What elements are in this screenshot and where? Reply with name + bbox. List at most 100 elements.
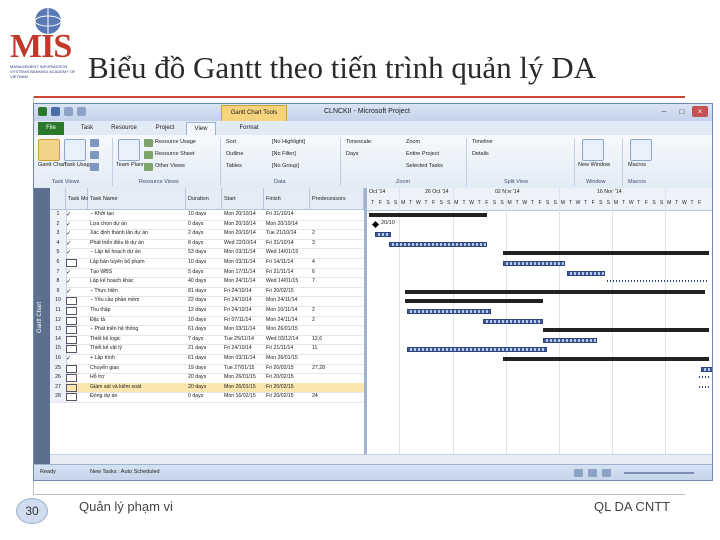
other-views-icon[interactable]	[90, 163, 99, 171]
predecessors-cell[interactable]: 2	[312, 316, 364, 326]
sort-button[interactable]: Sort	[226, 139, 236, 145]
predecessors-cell[interactable]: 6	[312, 268, 364, 278]
finish-cell[interactable]: Fri 31/10/14	[266, 210, 310, 220]
grid-header-select-all[interactable]	[50, 188, 66, 210]
task-name-cell[interactable]: − Yêu cầu phần mềm	[90, 296, 186, 306]
grid-header-finish[interactable]: Finish	[264, 188, 310, 210]
task-name-cell[interactable]: Thiết kế logic	[90, 335, 186, 345]
summary-bar[interactable]	[503, 251, 709, 256]
row-number[interactable]: 14	[50, 334, 67, 345]
finish-cell[interactable]: Fri 31/10/14	[266, 239, 310, 249]
duration-cell[interactable]: 20 days	[188, 383, 222, 393]
row-number[interactable]: 1	[50, 210, 67, 220]
row-number[interactable]: 8	[50, 277, 67, 287]
duration-cell[interactable]: 0 days	[188, 220, 222, 230]
grid-header-start[interactable]: Start	[222, 188, 264, 210]
highlight-select[interactable]: [No Highlight]	[272, 139, 305, 145]
task-name-cell[interactable]: − Lập kế hoạch dự án	[90, 248, 186, 258]
task-usage-button[interactable]	[64, 139, 86, 161]
start-cell[interactable]: Fri 24/10/14	[224, 344, 264, 354]
duration-cell[interactable]: 61 days	[188, 354, 222, 364]
predecessors-cell[interactable]	[312, 383, 364, 393]
row-number[interactable]: 12	[50, 315, 67, 326]
start-cell[interactable]: Mon 26/01/15	[224, 383, 264, 393]
close-icon[interactable]: ×	[692, 106, 708, 117]
selected-tasks-button[interactable]: Selected Tasks	[406, 163, 443, 169]
grid-header-predecessors[interactable]: Predecessors	[310, 188, 364, 210]
row-number[interactable]: 25	[50, 363, 67, 374]
task-name-cell[interactable]: Phát triển điều lệ dự án	[90, 239, 186, 249]
zoom-slider[interactable]	[624, 472, 694, 474]
predecessors-cell[interactable]: 7	[312, 277, 364, 287]
task-bar[interactable]	[503, 261, 565, 266]
redo-icon[interactable]	[77, 107, 86, 116]
task-mode-cell[interactable]: ✓	[66, 229, 88, 239]
network-diagram-icon[interactable]	[90, 139, 99, 147]
start-cell[interactable]: Fri 07/11/14	[224, 316, 264, 326]
resource-sheet-button[interactable]: Resource Sheet	[155, 151, 194, 157]
predecessors-cell[interactable]: 12,6	[312, 335, 364, 345]
summary-bar[interactable]	[543, 328, 709, 333]
team-planner-button[interactable]	[118, 139, 140, 161]
minimize-icon[interactable]: –	[656, 106, 672, 117]
duration-cell[interactable]: 19 days	[188, 364, 222, 374]
duration-cell[interactable]: 10 days	[188, 210, 222, 220]
task-mode-cell[interactable]	[66, 325, 88, 335]
task-bar[interactable]	[483, 318, 543, 324]
predecessors-cell[interactable]	[312, 373, 364, 383]
finish-cell[interactable]: Wed 03/12/14	[266, 335, 310, 345]
tab-file[interactable]: File	[38, 122, 64, 135]
task-bar[interactable]	[543, 337, 597, 343]
predecessors-cell[interactable]	[312, 248, 364, 258]
finish-cell[interactable]: Fri 20/02/15	[266, 287, 310, 297]
duration-cell[interactable]: 40 days	[188, 277, 222, 287]
row-number[interactable]: 26	[50, 373, 67, 383]
resource-usage-button[interactable]: Resource Usage	[155, 139, 196, 145]
task-name-cell[interactable]: − Phát triển hệ thống	[90, 325, 186, 335]
predecessors-cell[interactable]	[312, 354, 364, 364]
start-cell[interactable]: Mon 03/11/14	[224, 325, 264, 335]
duration-cell[interactable]: 61 days	[188, 325, 222, 335]
start-cell[interactable]: Mon 16/02/15	[224, 392, 264, 402]
task-name-cell[interactable]: Đặc tả	[90, 316, 186, 326]
task-mode-cell[interactable]: ✓	[66, 277, 88, 287]
task-name-cell[interactable]: Hỗ trợ	[90, 373, 186, 383]
duration-cell[interactable]: 81 days	[188, 287, 222, 297]
summary-bar[interactable]	[405, 289, 705, 294]
row-number[interactable]: 6	[50, 258, 67, 268]
finish-cell[interactable]: Wed 14/01/15	[266, 248, 310, 258]
row-number[interactable]: 2	[50, 219, 67, 230]
tab-format[interactable]: Format	[234, 122, 264, 135]
save-icon[interactable]	[51, 107, 60, 116]
entire-project-button[interactable]: Entire Project	[406, 151, 439, 157]
row-number[interactable]: 3	[50, 229, 67, 239]
finish-cell[interactable]: Mon 20/10/14	[266, 220, 310, 230]
finish-cell[interactable]: Mon 10/11/14	[266, 306, 310, 316]
summary-bar[interactable]	[369, 213, 487, 217]
start-cell[interactable]: Mon 03/11/14	[224, 258, 264, 268]
task-mode-cell[interactable]	[66, 335, 88, 345]
finish-cell[interactable]: Fri 20/02/15	[266, 383, 310, 393]
task-bar[interactable]	[701, 366, 712, 372]
grid-header-duration[interactable]: Duration	[186, 188, 222, 210]
task-name-cell[interactable]: Lập kế hoạch khác	[90, 277, 186, 287]
predecessors-cell[interactable]	[312, 287, 364, 297]
task-bar[interactable]	[567, 270, 605, 276]
task-name-cell[interactable]: Xác định thành lân dự án	[90, 229, 186, 239]
task-mode-cell[interactable]: ✓	[66, 287, 88, 297]
task-name-cell[interactable]: Đóng dự án	[90, 392, 186, 402]
row-number[interactable]: 7	[50, 267, 67, 278]
calendar-icon[interactable]	[90, 151, 99, 159]
predecessors-cell[interactable]: 2	[312, 306, 364, 316]
tab-view[interactable]: View	[186, 122, 216, 136]
row-number[interactable]: 28	[50, 392, 67, 402]
task-bar[interactable]	[407, 309, 491, 314]
duration-cell[interactable]: 8 days	[188, 239, 222, 249]
finish-cell[interactable]: Fri 21/11/14	[266, 344, 310, 354]
predecessors-cell[interactable]: 4	[312, 258, 364, 268]
row-number[interactable]: 9	[50, 286, 67, 297]
task-mode-cell[interactable]	[66, 364, 88, 374]
row-number[interactable]: 11	[50, 306, 67, 316]
row-number[interactable]: 13	[50, 325, 67, 335]
predecessors-cell[interactable]: 24	[312, 392, 364, 402]
